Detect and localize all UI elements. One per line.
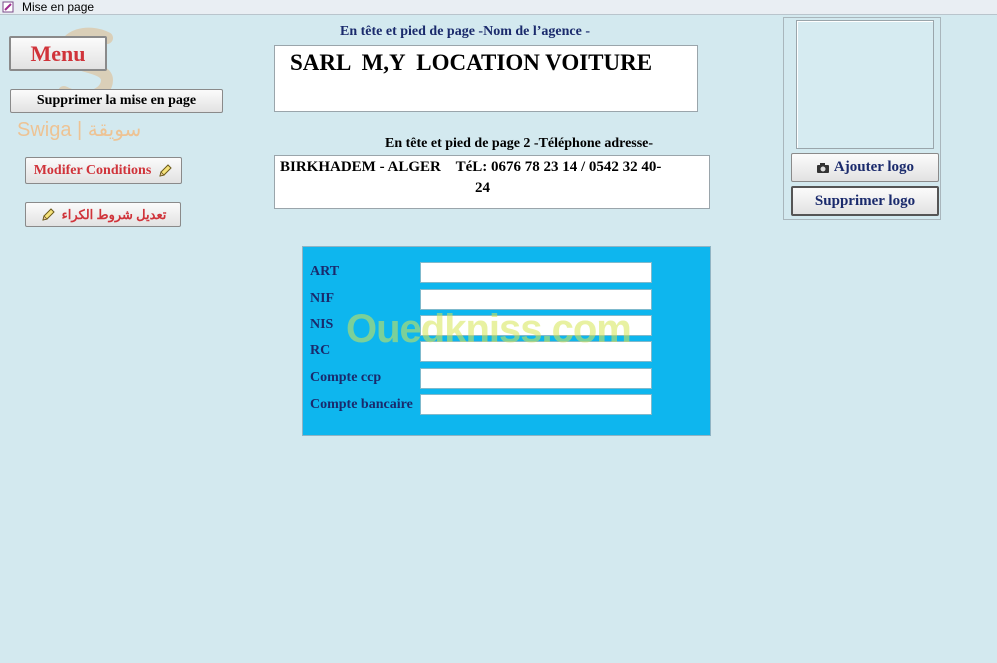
- menu-button[interactable]: Menu: [9, 36, 107, 71]
- pencil-icon: [41, 207, 55, 221]
- phone-address-field[interactable]: BIRKHADEM - ALGER TéL: 0676 78 23 14 / 0…: [274, 155, 710, 209]
- title-bar: Mise en page: [0, 0, 997, 15]
- company-info-panel: ART NIF NIS RC Compte ccp Compte bancair…: [302, 246, 711, 436]
- add-logo-label: Ajouter logo: [833, 159, 915, 175]
- nis-input[interactable]: [420, 315, 652, 336]
- field-label-rc: RC: [310, 343, 331, 358]
- field-label-art: ART: [310, 264, 340, 279]
- modify-conditions-button[interactable]: Modifer Conditions: [25, 157, 182, 184]
- agency-name-text: SARL M,Y LOCATION VOITURE: [290, 50, 653, 75]
- ccp-input[interactable]: [420, 368, 652, 389]
- camera-icon: [816, 162, 829, 173]
- delete-layout-label: Supprimer la mise en page: [36, 93, 197, 108]
- field-label-nis: NIS: [310, 317, 334, 332]
- menu-button-label: Menu: [30, 40, 86, 66]
- remove-logo-label: Supprimer logo: [814, 192, 916, 209]
- add-logo-button[interactable]: Ajouter logo: [791, 153, 939, 182]
- field-label-nif: NIF: [310, 291, 335, 306]
- header-phone-heading: En tête et pied de page 2 -Téléphone adr…: [385, 136, 654, 151]
- field-label-ccp: Compte ccp: [310, 370, 382, 385]
- edit-rental-terms-label: تعديل شروط الكراء: [61, 206, 167, 222]
- address-line-1: BIRKHADEM - ALGER TéL: 0676 78 23 14 / 0…: [280, 159, 662, 175]
- agency-name-field[interactable]: SARL M,Y LOCATION VOITURE: [274, 45, 698, 112]
- swiga-watermark: Swiga | سويقة: [17, 119, 142, 141]
- header-agency-heading: En tête et pied de page -Nom de l’agence…: [340, 24, 591, 39]
- window-title: Mise en page: [22, 0, 95, 14]
- remove-logo-button[interactable]: Supprimer logo: [791, 186, 939, 216]
- rc-input[interactable]: [420, 341, 652, 362]
- nif-input[interactable]: [420, 289, 652, 310]
- app-icon: [2, 1, 14, 13]
- bank-account-input[interactable]: [420, 394, 652, 415]
- address-line-2: 24: [475, 180, 490, 196]
- modify-conditions-label: Modifer Conditions: [33, 162, 152, 178]
- edit-rental-terms-button[interactable]: تعديل شروط الكراء: [25, 202, 181, 227]
- art-input[interactable]: [420, 262, 652, 283]
- pencil-icon: [159, 163, 173, 177]
- field-label-bank: Compte bancaire: [310, 397, 413, 412]
- logo-preview: [796, 20, 934, 149]
- delete-layout-button[interactable]: Supprimer la mise en page: [10, 89, 223, 113]
